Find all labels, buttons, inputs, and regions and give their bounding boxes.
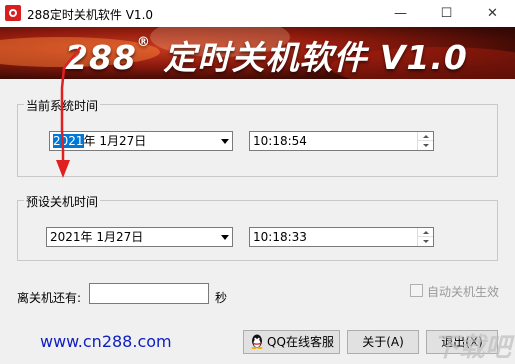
banner-brand: 288: [65, 38, 137, 77]
checkbox-icon[interactable]: [410, 284, 423, 297]
minimize-button[interactable]: —: [378, 0, 423, 27]
shutdown-time-label: 预设关机时间: [24, 193, 101, 210]
title-bar: 288定时关机软件 V1.0 — ☐ ✕: [0, 0, 515, 27]
remaining-seconds-field[interactable]: [89, 283, 209, 304]
shutdown-date-value: 2021年 1月27日: [50, 230, 144, 244]
shutdown-time-value: 10:18:33: [253, 230, 307, 244]
registered-mark: ®: [136, 35, 151, 50]
window-title: 288定时关机软件 V1.0: [27, 8, 154, 22]
website-link[interactable]: www.cn288.com: [40, 332, 172, 351]
header-banner: 288® 定时关机软件 V1.0: [0, 27, 515, 79]
remaining-label: 离关机还有:: [17, 291, 82, 305]
banner-product: 定时关机软件 V1.0: [163, 38, 468, 77]
auto-shutdown-checkbox[interactable]: 自动关机生效: [410, 283, 499, 300]
chevron-down-icon[interactable]: [217, 228, 232, 246]
shutdown-date-picker[interactable]: 2021年 1月27日: [46, 227, 233, 247]
about-button[interactable]: 关于(A): [347, 330, 419, 354]
current-time-spinner[interactable]: 10:18:54: [249, 131, 434, 151]
current-date-picker[interactable]: 2021年 1月27日: [49, 131, 233, 151]
spin-down-icon[interactable]: [418, 141, 433, 150]
spin-down-icon[interactable]: [418, 237, 433, 246]
current-time-label: 当前系统时间: [24, 97, 101, 114]
spinner-buttons: [417, 228, 433, 246]
qq-button-label: QQ在线客服: [267, 335, 334, 349]
app-icon: [5, 5, 21, 21]
close-button[interactable]: ✕: [470, 0, 515, 27]
shutdown-time-spinner[interactable]: 10:18:33: [249, 227, 434, 247]
seconds-unit-label: 秒: [215, 291, 228, 305]
current-time-value: 10:18:54: [253, 134, 307, 148]
current-date-year: 2021: [53, 134, 84, 148]
banner-title: 288® 定时关机软件 V1.0: [65, 31, 468, 79]
spin-up-icon[interactable]: [418, 228, 433, 237]
spinner-buttons: [417, 132, 433, 150]
maximize-button[interactable]: ☐: [424, 0, 469, 27]
chevron-down-icon[interactable]: [217, 132, 232, 150]
auto-shutdown-label: 自动关机生效: [427, 285, 500, 299]
spin-up-icon[interactable]: [418, 132, 433, 141]
qq-penguin-icon: [251, 334, 263, 349]
watermark-logo: 下载吧: [432, 333, 511, 363]
qq-support-button[interactable]: QQ在线客服: [243, 330, 340, 354]
current-date-rest: 年 1月27日: [83, 134, 147, 148]
